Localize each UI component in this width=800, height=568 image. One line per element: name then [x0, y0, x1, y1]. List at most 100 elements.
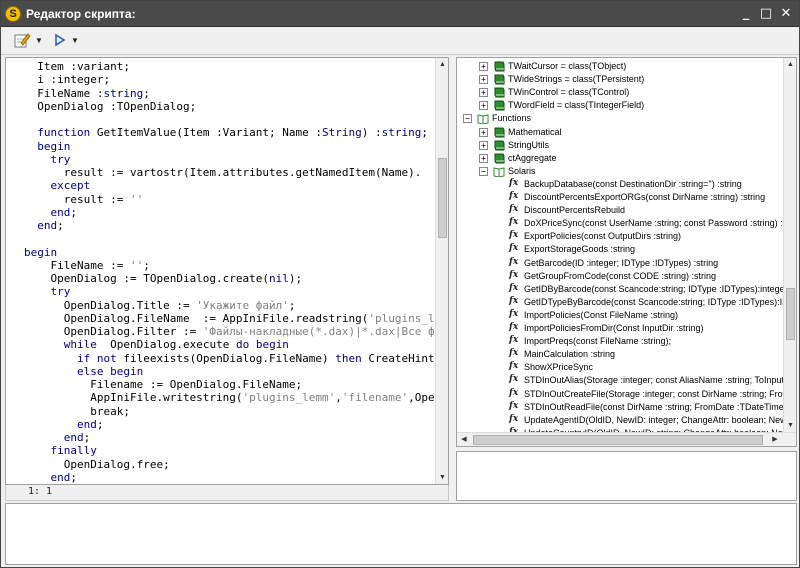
scroll-thumb[interactable] [786, 288, 795, 340]
code-line[interactable]: end; [24, 219, 64, 232]
tree-item-function[interactable]: fx ImportPoliciesFromDir(Const InputDir :… [457, 322, 783, 335]
code-line[interactable]: Filename := OpenDialog.FileName; [24, 378, 302, 391]
tree-item-node[interactable]: + TWaitCursor = class(TObject) [457, 60, 783, 73]
code-line[interactable]: OpenDialog.FileName := AppIniFile.readst… [24, 312, 435, 325]
code-line[interactable]: i :integer; [24, 73, 110, 86]
maximize-button[interactable]: □ [757, 5, 775, 22]
tree-item-function[interactable]: fx UpdateAgentID(OldID, NewID: integer; C… [457, 414, 783, 427]
code-line[interactable]: begin [24, 246, 57, 259]
code-line[interactable]: OpenDialog :TOpenDialog; [24, 100, 196, 113]
expand-icon[interactable]: + [479, 140, 488, 150]
tree-item-node[interactable]: − Solaris [457, 165, 783, 178]
scroll-thumb[interactable] [473, 435, 763, 445]
editor-vertical-scrollbar[interactable]: ▲ ▼ [435, 58, 448, 484]
code-line[interactable]: break; [24, 405, 130, 418]
code-line[interactable]: end; [24, 471, 78, 484]
tree-items[interactable]: + TWaitCursor = class(TObject) + TWideStrin… [457, 58, 783, 432]
tree-item-label: DiscountPercentsExportORGs(const DirName… [524, 192, 766, 202]
scroll-down-arrow-icon[interactable]: ▼ [436, 471, 448, 484]
code-line[interactable]: result := vartostr(Item.attributes.getNa… [24, 166, 422, 179]
code-line[interactable]: FileName := ''; [24, 259, 149, 272]
tree-item-function[interactable]: fx MainCalculation :string [457, 348, 783, 361]
code-line[interactable]: while OpenDialog.execute do begin [24, 338, 289, 351]
edit-dropdown-arrow[interactable]: ▼ [35, 31, 43, 51]
collapse-icon[interactable]: − [463, 114, 472, 124]
code-line[interactable]: end; [24, 431, 91, 444]
expand-icon[interactable]: + [479, 88, 488, 98]
scroll-down-arrow-icon[interactable]: ▼ [784, 419, 796, 432]
tree-horizontal-scrollbar[interactable]: ◀ ▶ [457, 432, 796, 446]
code-line[interactable]: OpenDialog.Title := 'Укажите файл'; [24, 299, 296, 312]
tree-item-node[interactable]: + Mathematical [457, 126, 783, 139]
run-button[interactable] [53, 31, 67, 51]
code-line[interactable]: AppIniFile.writestring('plugins_lemm','f… [24, 391, 434, 405]
tree-item-function[interactable]: fx GetIDTypeByBarcode(const Scancode:stri… [457, 296, 783, 309]
book-icon [493, 61, 505, 72]
scroll-up-arrow-icon[interactable]: ▲ [784, 58, 796, 71]
code-line[interactable]: OpenDialog.free; [24, 458, 170, 471]
tree-item-function[interactable]: fx DiscountPercentsExportORGs(const DirNa… [457, 191, 783, 204]
code-line[interactable]: FileName :string; [24, 87, 150, 100]
expand-icon[interactable]: + [479, 127, 488, 137]
tree-item-node[interactable]: + ctAggregate [457, 152, 783, 165]
code-editor[interactable]: Item :variant; i :integer; FileName :str… [5, 57, 449, 485]
edit-button[interactable] [13, 31, 31, 51]
tree-item-function[interactable]: fx ExportPolicies(const OutputDirs :strin… [457, 230, 783, 243]
tree-item-node[interactable]: − Functions [457, 112, 783, 125]
title-bar[interactable]: S Редактор скрипта: _ □ ✕ [1, 1, 799, 27]
tree-item-function[interactable]: fx DiscountPercentsRebuild [457, 204, 783, 217]
code-line[interactable]: result := '' [24, 193, 143, 206]
tree-item-function[interactable]: fx STDInOutReadFile(const DirName :string… [457, 401, 783, 414]
code-line[interactable]: finally [24, 444, 97, 457]
code-text: OpenDialog.free; [24, 457, 170, 471]
code-line[interactable]: if not fileexists(OpenDialog.FileName) t… [24, 352, 435, 365]
tree-item-function[interactable]: fx DoXPriceSync(const UserName :string; c… [457, 217, 783, 230]
tree-vertical-scrollbar[interactable]: ▲ ▼ [783, 58, 796, 432]
code-line[interactable]: try [24, 153, 71, 166]
tree-item-function[interactable]: fx ImportPreqs(const FileName :string); [457, 335, 783, 348]
tree-item-node[interactable]: + TWordField = class(TIntegerField) [457, 99, 783, 112]
code-line[interactable]: try [24, 285, 71, 298]
close-button[interactable]: ✕ [777, 5, 795, 22]
code-line[interactable]: Item :variant; [24, 60, 130, 73]
code-line[interactable]: end; [24, 418, 104, 431]
expand-icon[interactable]: + [479, 62, 488, 71]
scroll-up-arrow-icon[interactable]: ▲ [436, 58, 448, 71]
tree-item-label: UpdateAgentID(OldID, NewID: integer; Cha… [524, 414, 783, 425]
scroll-right-arrow-icon[interactable]: ▶ [768, 433, 782, 446]
code-line[interactable]: OpenDialog.Filter := 'Файлы-накладные(*.… [24, 325, 435, 338]
code-line[interactable]: else begin [24, 365, 143, 378]
expand-icon[interactable]: + [479, 101, 488, 111]
code-line[interactable]: except [24, 179, 91, 192]
tree-item-function[interactable]: fx BackupDatabase(const DestinationDir :s… [457, 178, 783, 191]
tree-item-function[interactable]: fx ExportStorageGoods :string [457, 243, 783, 256]
code-line[interactable]: end; [24, 206, 78, 219]
expand-icon[interactable]: + [479, 75, 488, 85]
tree-item-node[interactable]: + TWideStrings = class(TPersistent) [457, 73, 783, 86]
tree-item-function[interactable]: fx STDInOutAlias(Storage :integer; const … [457, 374, 783, 387]
function-tree[interactable]: + TWaitCursor = class(TObject) + TWideStrin… [456, 57, 797, 447]
collapse-icon[interactable]: − [479, 166, 488, 176]
code-area[interactable]: Item :variant; i :integer; FileName :str… [6, 58, 436, 484]
function-icon: fx [509, 191, 519, 201]
code-line[interactable]: begin [24, 140, 70, 153]
tree-item-node[interactable]: + StringUtils [457, 139, 783, 152]
code-line[interactable]: OpenDialog := TOpenDialog.create(nil); [24, 272, 302, 285]
tree-item-function[interactable]: fx GetIDByBarcode(const Scancode:string; … [457, 283, 783, 296]
scroll-thumb[interactable] [438, 158, 447, 238]
tree-item-function[interactable]: fx GetGroupFromCode(const CODE :string) :… [457, 270, 783, 283]
tree-item-function[interactable]: fx ShowXPriceSync [457, 361, 783, 374]
tree-item-node[interactable]: + TWinControl = class(TControl) [457, 86, 783, 99]
minimize-button[interactable]: _ [737, 5, 755, 22]
tree-item-function[interactable]: fx ImportPolicies(Const FileName :string) [457, 309, 783, 322]
tree-item-function[interactable]: fx STDInOutCreateFile(Storage :integer; c… [457, 388, 783, 401]
code-string: 'filename' [341, 391, 409, 405]
scroll-left-arrow-icon[interactable]: ◀ [457, 433, 471, 446]
run-dropdown-arrow[interactable]: ▼ [71, 31, 79, 51]
code-line[interactable]: function GetItemValue(Item :Variant; Nam… [24, 126, 428, 139]
tree-item-function[interactable]: fx GetBarcode(ID :integer; IDType :IDType… [457, 257, 783, 270]
expand-icon[interactable]: + [479, 153, 488, 163]
